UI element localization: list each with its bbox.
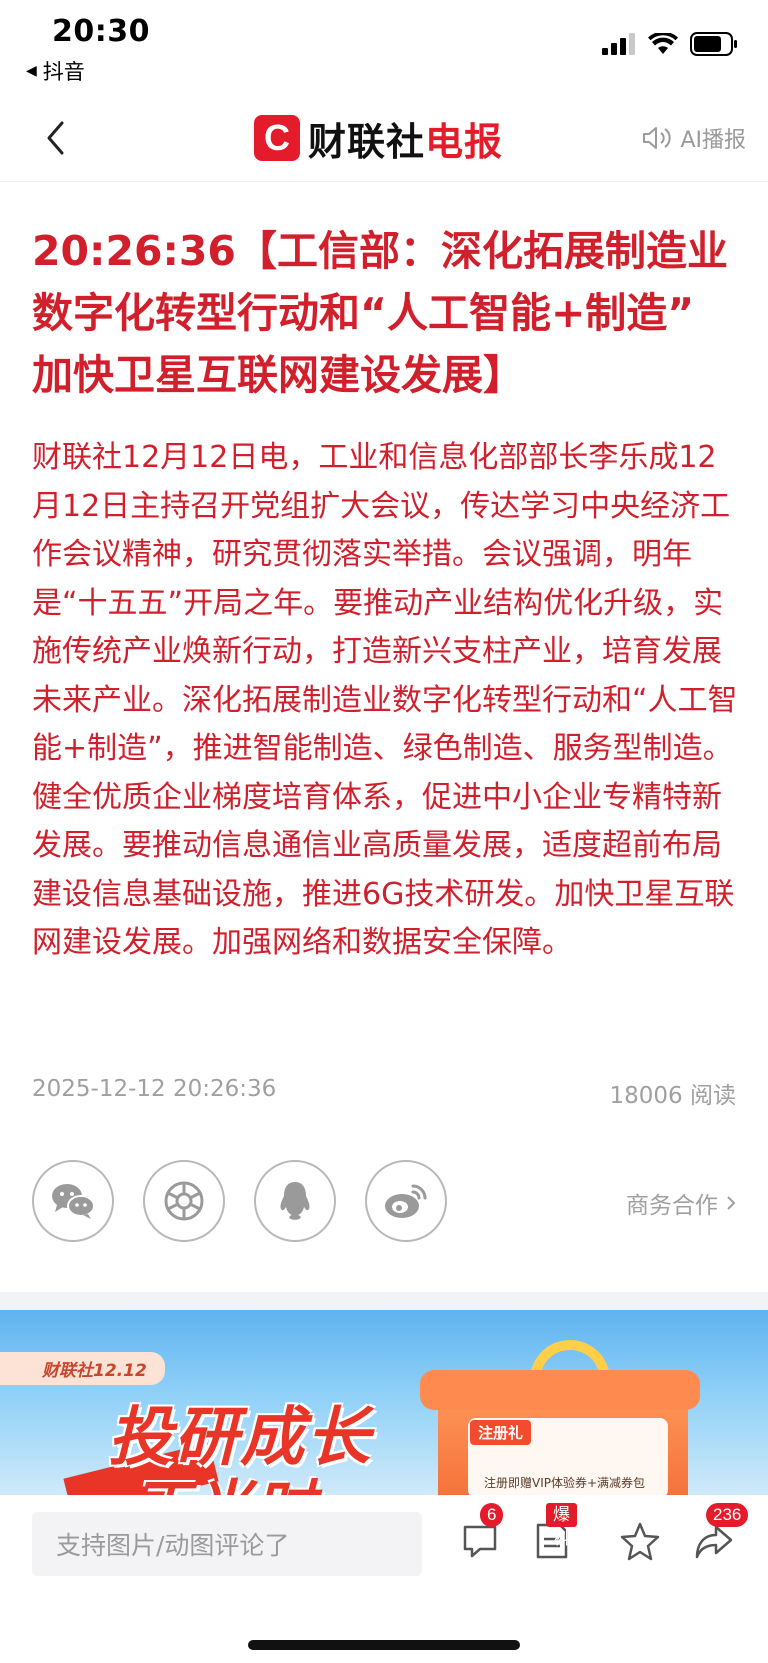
- favorite-button[interactable]: [616, 1517, 664, 1565]
- brand-mark-icon: C: [254, 115, 300, 161]
- comments-button[interactable]: 6: [456, 1503, 504, 1565]
- battery-icon: [690, 32, 737, 56]
- bottom-bar: 支持图片/动图评论了 6 爆料 236: [0, 1495, 768, 1663]
- section-divider: [0, 1292, 768, 1310]
- star-icon: [620, 1522, 660, 1561]
- back-button[interactable]: [36, 114, 76, 162]
- share-qq-button[interactable]: [254, 1160, 336, 1242]
- chevron-right-icon: [727, 1196, 736, 1210]
- ai-play-button[interactable]: AI播报: [642, 122, 746, 154]
- status-time: 20:30: [52, 14, 150, 49]
- comment-input[interactable]: 支持图片/动图评论了: [32, 1512, 422, 1576]
- qq-icon: [280, 1182, 310, 1220]
- read-count: 18006 阅读: [609, 1083, 736, 1109]
- back-triangle-icon: ◀: [26, 63, 37, 79]
- wifi-icon: [648, 33, 678, 54]
- share-weibo-button[interactable]: [365, 1160, 447, 1242]
- share-arrow-icon: [695, 1525, 733, 1559]
- weibo-icon: [385, 1184, 427, 1218]
- chevron-left-icon: [47, 121, 64, 155]
- moments-icon: [164, 1181, 204, 1221]
- business-cooperation-label: 商务合作: [626, 1193, 718, 1219]
- back-app-label: 抖音: [42, 60, 85, 84]
- brand-name: 财联社电报: [308, 111, 503, 166]
- report-badge: 爆料: [546, 1503, 577, 1548]
- nav-bar: C 财联社电报 AI播报: [0, 96, 768, 182]
- promo-banner[interactable]: 财联社12.12 投研成长 正当时 注册礼 注册即赠VIP体验券+满减券包: [0, 1310, 768, 1495]
- share-row: [32, 1160, 447, 1242]
- brand-name-part2: 电报: [425, 119, 504, 164]
- back-to-app-link[interactable]: ◀ 抖音: [26, 56, 85, 86]
- gift-lid: [420, 1370, 700, 1410]
- wechat-icon: [52, 1184, 95, 1219]
- report-button[interactable]: 爆料: [528, 1503, 577, 1565]
- article-body: 财联社12月12日电，工业和信息化部部长李乐成12月12日主持召开党组扩大会议，…: [32, 440, 738, 960]
- comment-icon: [463, 1525, 497, 1558]
- banner-slogan-line2: 正当时: [130, 1460, 316, 1495]
- speaker-icon: [643, 127, 672, 149]
- publish-time: 2025-12-12 20:26:36: [32, 1076, 277, 1102]
- brand-name-part1: 财联社: [308, 119, 426, 164]
- ai-play-label: AI播报: [680, 128, 746, 153]
- gift-chip: 注册礼: [470, 1420, 532, 1445]
- share-button[interactable]: 236: [690, 1503, 749, 1565]
- status-bar: 20:30 ◀ 抖音: [0, 0, 768, 90]
- status-icons: [602, 32, 738, 56]
- cellular-signal-icon: [602, 33, 635, 55]
- home-indicator[interactable]: [248, 1640, 520, 1650]
- share-moments-button[interactable]: [143, 1160, 225, 1242]
- share-count-badge: 236: [706, 1503, 749, 1527]
- article-headline: 20:26:36【工信部：深化拓展制造业数字化转型行动和“人工智能+制造” 加快…: [32, 227, 728, 399]
- article-meta: 2025-12-12 20:26:36 18006 阅读: [32, 1076, 736, 1110]
- business-cooperation-link[interactable]: 商务合作: [626, 1186, 736, 1220]
- gift-description: 注册即赠VIP体验券+满减券包: [484, 1476, 646, 1490]
- brand-logo: C 财联社电报: [254, 110, 503, 166]
- share-wechat-button[interactable]: [32, 1160, 114, 1242]
- banner-tag: 财联社12.12: [0, 1352, 165, 1385]
